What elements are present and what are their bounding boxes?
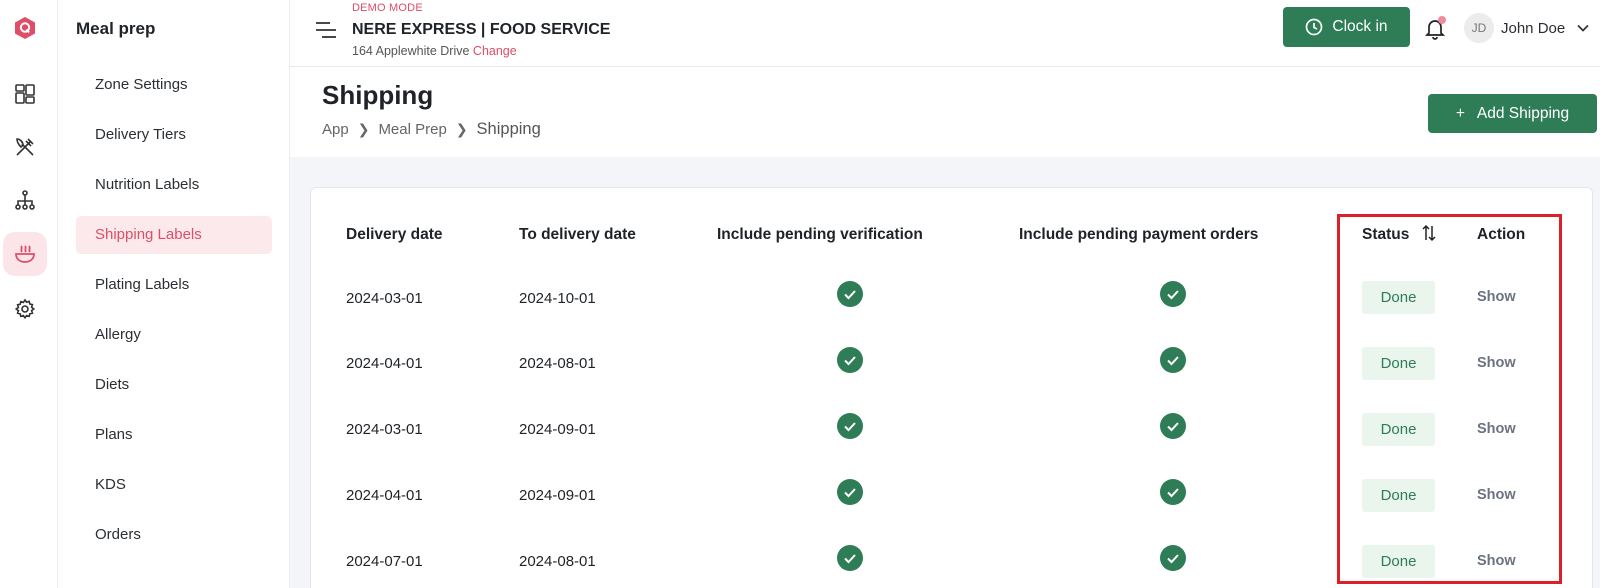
gear-icon[interactable] [11,295,39,323]
sidebar-item-plans[interactable]: Plans [76,416,272,454]
cell-delivery-date: 2024-04-01 [346,355,423,372]
column-header-status[interactable]: Status [1362,226,1409,244]
check-circle-icon [837,545,863,571]
check-circle-icon [1160,479,1186,505]
cell-to-delivery-date: 2024-08-01 [519,355,596,372]
sidebar-item-delivery-tiers[interactable]: Delivery Tiers [76,116,272,154]
hamburger-menu-icon[interactable] [315,20,337,40]
add-shipping-button[interactable]: + Add Shipping [1428,94,1597,133]
clock-icon [1306,18,1323,36]
sidebar-item-allergy[interactable]: Allergy [76,316,272,354]
sidebar-item-shipping-labels[interactable]: Shipping Labels [76,216,272,254]
show-button[interactable]: Show [1477,355,1516,371]
check-circle-icon [1160,545,1186,571]
cell-delivery-date: 2024-04-01 [346,487,423,504]
page-title: Shipping [322,80,434,110]
status-badge: Done [1362,281,1435,314]
sidebar-item-nutrition-labels[interactable]: Nutrition Labels [76,166,272,204]
cell-delivery-date: 2024-03-01 [346,421,423,438]
cell-delivery-date: 2024-07-01 [346,553,423,570]
dashboard-icon[interactable] [11,80,39,108]
cell-to-delivery-date: 2024-09-01 [519,487,596,504]
cell-to-delivery-date: 2024-08-01 [519,553,596,570]
column-header-pending-payment[interactable]: Include pending payment orders [1019,226,1258,244]
top-header: DEMO MODE NERE EXPRESS | FOOD SERVICE 16… [290,0,1600,67]
address-text: 164 Applewhite Drive [352,44,470,58]
show-button[interactable]: Show [1477,553,1516,569]
add-shipping-label: Add Shipping [1476,104,1570,122]
breadcrumb-shipping: Shipping [476,120,541,138]
column-header-delivery-date[interactable]: Delivery date [346,226,443,244]
sitemap-icon[interactable] [11,186,39,214]
store-address: 164 Applewhite Drive Change [352,44,517,58]
check-circle-icon [837,281,863,307]
chevron-down-icon[interactable] [1577,24,1589,32]
check-circle-icon [837,413,863,439]
check-circle-icon [1160,347,1186,373]
app-logo-icon[interactable] [13,16,37,40]
check-circle-icon [1160,413,1186,439]
column-header-action: Action [1477,226,1526,243]
breadcrumb-app[interactable]: App [322,121,349,138]
sidebar-title: Meal prep [76,19,156,38]
store-name: NERE EXPRESS | FOOD SERVICE [352,21,611,38]
show-button[interactable]: Show [1477,487,1516,503]
utensils-icon[interactable] [11,133,39,161]
status-badge: Done [1362,347,1435,380]
plus-icon: + [1455,104,1465,122]
show-button[interactable]: Show [1477,289,1516,305]
avatar[interactable]: JD [1464,13,1494,43]
demo-mode-label: DEMO MODE [352,2,423,14]
breadcrumb-meal-prep[interactable]: Meal Prep [378,121,446,138]
cell-to-delivery-date: 2024-10-01 [519,290,596,307]
sidebar-item-diets[interactable]: Diets [76,366,272,404]
clock-in-label: Clock in [1332,18,1388,35]
column-header-pending-verification[interactable]: Include pending verification [717,226,923,244]
check-circle-icon [1160,281,1186,307]
chevron-right-icon: ❯ [357,121,370,137]
status-badge: Done [1362,545,1435,578]
sidebar-item-kds[interactable]: KDS [76,466,272,504]
change-location-link[interactable]: Change [473,44,517,58]
page-header [290,67,1600,157]
meal-bowl-icon[interactable] [3,232,47,276]
icon-rail [0,0,58,588]
notification-dot [1438,16,1446,24]
sidebar-item-orders[interactable]: Orders [76,516,272,554]
cell-delivery-date: 2024-03-01 [346,290,423,307]
status-badge: Done [1362,479,1435,512]
shipping-table-card [310,187,1593,588]
chevron-right-icon: ❯ [455,121,468,137]
show-button[interactable]: Show [1477,421,1516,437]
check-circle-icon [837,347,863,373]
cell-to-delivery-date: 2024-09-01 [519,421,596,438]
breadcrumb: App ❯ Meal Prep ❯ Shipping [322,120,541,139]
meal-prep-sidebar: Meal prep Zone Settings Delivery Tiers N… [58,0,290,588]
check-circle-icon [837,479,863,505]
clock-in-button[interactable]: Clock in [1283,7,1410,47]
status-badge: Done [1362,413,1435,446]
sidebar-item-plating-labels[interactable]: Plating Labels [76,266,272,304]
user-name[interactable]: John Doe [1501,20,1565,37]
sidebar-item-zone-settings[interactable]: Zone Settings [76,66,272,104]
sort-icon[interactable] [1421,224,1437,242]
column-header-to-delivery-date[interactable]: To delivery date [519,226,636,244]
notifications-bell-icon[interactable] [1424,16,1446,40]
